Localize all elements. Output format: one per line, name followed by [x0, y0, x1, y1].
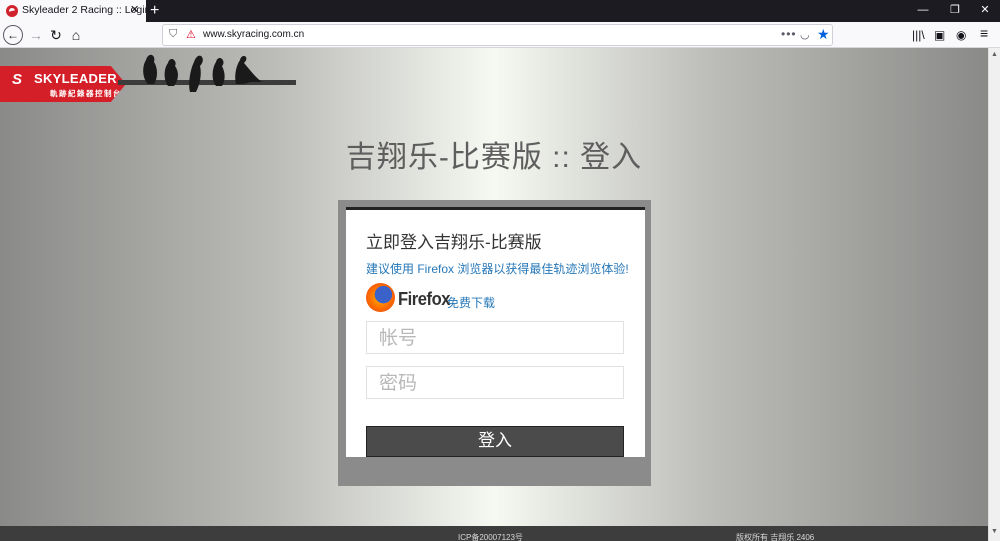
back-button[interactable]: ←: [3, 25, 23, 45]
page-scrollbar[interactable]: ▲ ▼: [988, 48, 1000, 541]
library-icon[interactable]: |||\: [912, 27, 925, 43]
browser-tip: 建议使用 Firefox 浏览器以获得最佳轨迹浏览体验!: [366, 262, 629, 276]
page-actions-icon[interactable]: •••: [781, 27, 797, 41]
tab-bar: Skyleader 2 Racing :: Login ✕ + — ❐ ✕: [0, 0, 1000, 22]
nav-toolbar: ← → ↻ ⌂ ⛉ ⚠ www.skyracing.com.cn ••• ◡ ★…: [0, 22, 1000, 48]
login-heading: 立即登入吉翔乐-比赛版: [366, 233, 542, 252]
pocket-icon[interactable]: ◡: [800, 28, 810, 41]
logo-name: SKYLEADER: [34, 71, 117, 86]
login-button[interactable]: 登入: [366, 426, 624, 457]
tracking-shield-icon[interactable]: ⛉: [169, 28, 177, 41]
password-input[interactable]: [367, 367, 623, 398]
pigeons-icon: [143, 54, 262, 92]
logo-mark: S: [12, 71, 23, 88]
login-panel-frame: 立即登入吉翔乐-比赛版 建议使用 Firefox 浏览器以获得最佳轨迹浏览体验!…: [338, 200, 651, 486]
bookmark-star-icon[interactable]: ★: [817, 26, 830, 43]
reload-button[interactable]: ↻: [46, 25, 66, 45]
page-title: 吉翔乐-比赛版 :: 登入: [345, 141, 643, 174]
tab-skyleader-login[interactable]: Skyleader 2 Racing :: Login ✕: [0, 0, 150, 22]
page-footer: ICP备20007123号 版权所有 吉翔乐 2406: [0, 526, 988, 541]
url-text[interactable]: www.skyracing.com.cn: [203, 29, 304, 40]
scroll-up-icon[interactable]: ▲: [991, 51, 998, 58]
skyleader-logo[interactable]: S SKYLEADER 軌跡紀錄器控制台: [0, 66, 126, 102]
firefox-logo-icon[interactable]: [366, 283, 395, 312]
address-bar[interactable]: ⛉ ⚠ www.skyracing.com.cn ••• ◡ ★: [162, 24, 833, 46]
firefox-download-link[interactable]: 免费下载: [447, 294, 495, 311]
sidebar-icon[interactable]: ▣: [934, 27, 945, 43]
window-close-icon[interactable]: ✕: [975, 2, 995, 18]
username-field-wrapper: [366, 321, 624, 354]
app-menu-icon[interactable]: ≡: [980, 25, 988, 41]
firefox-wordmark[interactable]: Firefox: [398, 289, 450, 310]
home-button[interactable]: ⌂: [66, 25, 86, 45]
restore-icon[interactable]: ❐: [945, 2, 965, 18]
scroll-down-icon[interactable]: ▼: [991, 528, 998, 535]
forward-button[interactable]: →: [26, 25, 46, 45]
login-card: 立即登入吉翔乐-比赛版 建议使用 Firefox 浏览器以获得最佳轨迹浏览体验!…: [346, 207, 645, 457]
footer-icp: ICP备20007123号: [458, 533, 523, 541]
tab-close-icon[interactable]: ✕: [130, 4, 139, 17]
new-tab-button[interactable]: +: [150, 1, 159, 21]
site-favicon-icon: [6, 5, 18, 17]
account-icon[interactable]: ◉: [956, 27, 966, 43]
footer-copyright: 版权所有 吉翔乐 2406: [736, 533, 815, 541]
logo-subtitle: 軌跡紀錄器控制台: [50, 89, 122, 98]
minimize-icon[interactable]: —: [913, 2, 933, 18]
username-input[interactable]: [367, 322, 623, 353]
insecure-connection-icon[interactable]: ⚠: [186, 28, 196, 41]
page-content: S SKYLEADER 軌跡紀錄器控制台 吉翔乐-比赛版 :: 登入 立即登入吉…: [0, 48, 988, 541]
password-field-wrapper: [366, 366, 624, 399]
